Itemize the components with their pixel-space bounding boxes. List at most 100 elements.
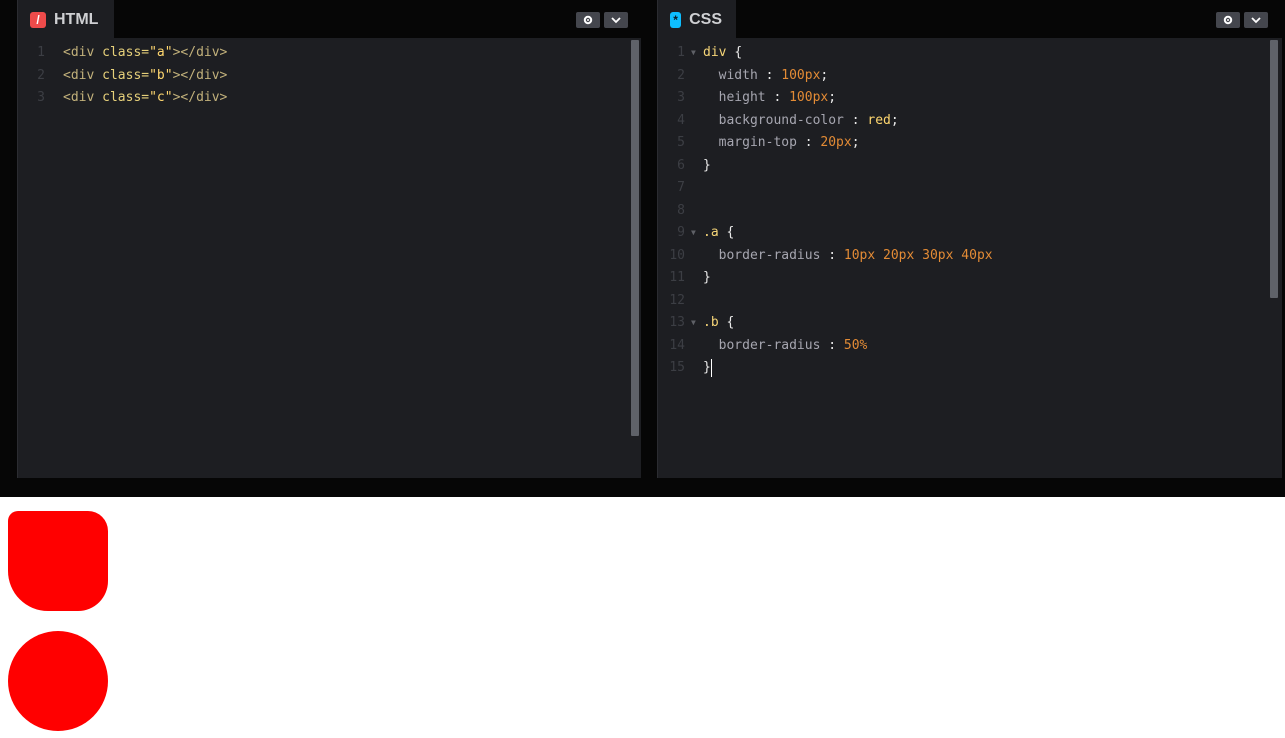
token-attr: class=: [102, 45, 150, 60]
line-number: 11: [669, 270, 685, 285]
code-line: 4 background-color : red;: [658, 110, 1282, 133]
line-number: 3: [37, 90, 45, 105]
css-code-area[interactable]: 1 ▼ div {2 width : 100px; 3 height : 100px;…: [658, 42, 1282, 380]
token-brace: {: [734, 45, 743, 60]
token-prop: border-radius: [718, 247, 829, 263]
token-sel: .b: [703, 315, 727, 330]
code-line: 1 ▼ div {: [658, 42, 1282, 65]
code-line: 12: [658, 290, 1282, 313]
fold-arrow-icon[interactable]: ▼: [691, 312, 696, 335]
code-line: 3 <div class="c"></div>: [18, 87, 641, 110]
token-prop: border-radius: [718, 337, 829, 353]
text-cursor: [710, 358, 712, 377]
token-attr: class=: [102, 90, 150, 105]
html-scrollbar[interactable]: [631, 40, 639, 436]
token-value: "b": [149, 67, 173, 83]
preview-box-b: [8, 631, 108, 731]
token-colon: :: [851, 112, 868, 128]
token-prop: margin-top: [718, 135, 805, 150]
line-number: 7: [677, 180, 685, 195]
token-brace: {: [726, 225, 735, 240]
line-number: 13: [669, 315, 685, 330]
token-tag-open: <div: [63, 45, 103, 60]
token-val: 10px 20px 30px 40px: [843, 247, 993, 263]
code-text: <div class="c"></div>: [63, 87, 227, 110]
code-text: <div class="b"></div>: [63, 65, 227, 88]
fold-arrow-icon[interactable]: ▼: [691, 42, 696, 65]
line-number: 10: [669, 247, 685, 263]
token-colon: :: [828, 247, 844, 263]
token-brace: }: [703, 270, 711, 285]
token-val: 100px: [781, 67, 821, 83]
line-number: 12: [669, 292, 685, 308]
gear-icon: [1223, 15, 1233, 25]
code-text: border-radius : 50%: [703, 335, 868, 358]
token-colon: :: [804, 135, 821, 150]
token-brace: {: [726, 315, 735, 330]
line-number: 6: [677, 157, 685, 173]
token-colon: :: [828, 337, 844, 353]
code-line: 7: [658, 177, 1282, 200]
code-text: .a {: [703, 222, 734, 245]
code-line: 8: [658, 200, 1282, 223]
code-line: 2 width : 100px;: [658, 65, 1282, 88]
token-colon: :: [765, 67, 782, 83]
line-number: 9: [677, 225, 685, 240]
code-line: 1 <div class="a"></div>: [18, 42, 641, 65]
css-scrollbar[interactable]: [1270, 40, 1278, 298]
code-line: 14 border-radius : 50%: [658, 335, 1282, 358]
gear-icon: [583, 15, 593, 25]
line-number: 14: [669, 337, 685, 353]
token-prop: height: [718, 90, 774, 105]
line-number: 2: [37, 67, 45, 83]
code-text: border-radius : 10px 20px 30px 40px: [703, 245, 993, 268]
token-tag-close: ></div>: [172, 67, 228, 83]
code-text: background-color : red;: [703, 110, 899, 133]
code-text: margin-top : 20px;: [703, 132, 860, 155]
editor-area: / HTML 1 <div class="a"></div> 2 <div class…: [0, 0, 1285, 497]
code-line: 2 <div class="b"></div>: [18, 65, 641, 88]
line-number: 8: [677, 202, 685, 218]
token-colon: :: [773, 90, 790, 105]
token-prop: background-color: [718, 112, 852, 128]
code-line: 10 border-radius : 10px 20px 30px 40px: [658, 245, 1282, 268]
html-collapse-button[interactable]: [604, 12, 628, 28]
css-collapse-button[interactable]: [1244, 12, 1268, 28]
chevron-down-icon: [1251, 17, 1261, 24]
code-line: 13 ▼ .b {: [658, 312, 1282, 335]
html-settings-button[interactable]: [576, 12, 600, 28]
css-tab-label: CSS: [689, 10, 722, 28]
token-sel: div: [703, 45, 735, 60]
token-attr: class=: [102, 67, 150, 83]
token-value: "a": [149, 45, 173, 60]
css-settings-button[interactable]: [1216, 12, 1240, 28]
code-text: }: [703, 357, 712, 380]
code-line: 3 height : 100px;: [658, 87, 1282, 110]
html-tab[interactable]: / HTML: [18, 0, 114, 39]
code-line: 11}: [658, 267, 1282, 290]
token-sel: .a: [703, 225, 727, 240]
fold-arrow-icon[interactable]: ▼: [691, 222, 696, 245]
token-tag-close: ></div>: [172, 45, 228, 60]
line-number: 15: [669, 360, 685, 375]
token-tag-open: <div: [63, 90, 103, 105]
html-pane-header: / HTML: [18, 0, 641, 39]
html-code-area[interactable]: 1 <div class="a"></div> 2 <div class="b"></…: [18, 42, 641, 110]
token-prop: width: [718, 67, 766, 83]
token-semi: ;: [890, 112, 899, 128]
token-val: red: [867, 112, 891, 128]
token-tag-open: <div: [63, 67, 103, 83]
css-editor-pane: * CSS 1 ▼ div {2 width : 100px; 3 height : …: [657, 0, 1282, 478]
token-semi: ;: [851, 135, 860, 150]
code-line: 9 ▼ .a {: [658, 222, 1282, 245]
token-brace: }: [703, 157, 711, 173]
line-number: 4: [677, 112, 685, 128]
html-slash-icon: /: [30, 11, 46, 28]
line-number: 3: [677, 90, 685, 105]
line-number: 1: [37, 45, 45, 60]
html-tab-label: HTML: [54, 10, 99, 28]
css-tab[interactable]: * CSS: [658, 0, 736, 39]
html-editor-pane: / HTML 1 <div class="a"></div> 2 <div class…: [17, 0, 641, 478]
token-value: "c": [149, 90, 173, 105]
code-text: width : 100px;: [703, 65, 829, 88]
